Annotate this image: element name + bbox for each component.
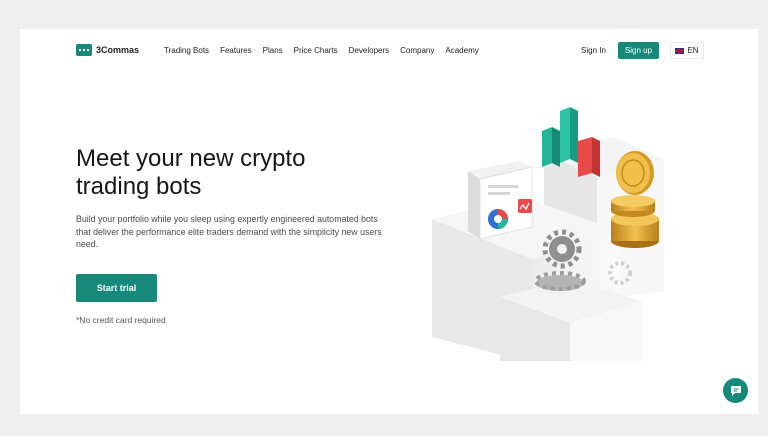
brand-name: 3Commas xyxy=(96,45,140,55)
chat-widget-button[interactable] xyxy=(723,378,748,403)
language-label: EN xyxy=(687,46,699,55)
nav-developers[interactable]: Developers xyxy=(349,46,389,55)
nav-features[interactable]: Features xyxy=(220,46,252,55)
report-panel-graphic xyxy=(468,161,533,240)
language-selector[interactable]: EN xyxy=(670,42,704,59)
hero-subtitle: Build your portfolio while you sleep usi… xyxy=(76,214,382,249)
no-credit-card-note: *No credit card required xyxy=(76,315,166,325)
start-trial-button[interactable]: Start trial xyxy=(76,274,157,302)
chat-icon xyxy=(730,385,741,396)
logo-icon xyxy=(76,44,92,56)
uk-flag-icon xyxy=(675,47,685,54)
headline-line-2: trading bots xyxy=(76,173,202,200)
nav-company[interactable]: Company xyxy=(400,46,434,55)
sign-up-button[interactable]: Sign up xyxy=(618,42,659,59)
headline-line-1: Meet your new crypto xyxy=(76,145,306,172)
hero-headline: Meet your new crypto trading bots xyxy=(76,145,366,201)
hero-illustration xyxy=(432,107,664,361)
main-nav: Trading Bots Features Plans Price Charts… xyxy=(164,46,479,55)
nav-plans[interactable]: Plans xyxy=(263,46,283,55)
nav-trading-bots[interactable]: Trading Bots xyxy=(164,46,209,55)
coin-stack-graphic xyxy=(611,151,659,248)
nav-academy[interactable]: Academy xyxy=(445,46,478,55)
nav-price-charts[interactable]: Price Charts xyxy=(294,46,338,55)
sign-in-link[interactable]: Sign In xyxy=(581,46,606,55)
brand-logo[interactable]: 3Commas xyxy=(76,44,139,56)
page-frame: 3Commas Trading Bots Features Plans Pric… xyxy=(20,29,758,414)
